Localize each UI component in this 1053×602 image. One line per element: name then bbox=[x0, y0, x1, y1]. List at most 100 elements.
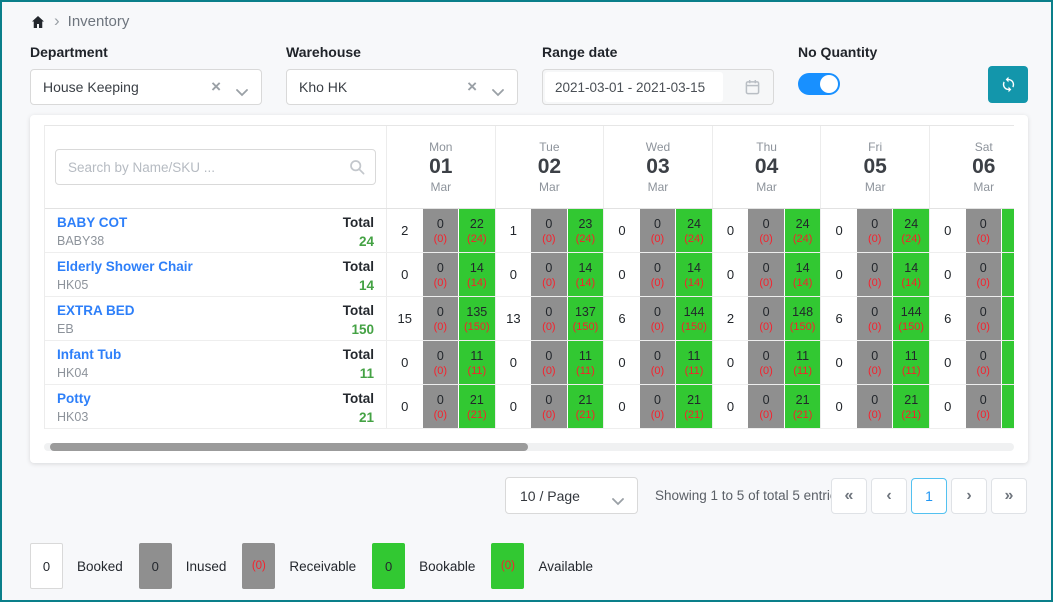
inused-value: 0 bbox=[871, 393, 878, 407]
page-1-button[interactable]: 1 bbox=[911, 478, 947, 514]
available-value: (11) bbox=[685, 365, 704, 377]
inused-receivable-cell: 0 (0) bbox=[640, 385, 677, 428]
product-name-link[interactable]: Elderly Shower Chair bbox=[57, 259, 193, 274]
available-value: (11) bbox=[467, 365, 486, 377]
legend: 0 Booked 0 Inused (0) Receivable 0 Booka… bbox=[30, 543, 593, 589]
legend-swatch-inused: 0 bbox=[139, 543, 172, 589]
bookable-value: 11 bbox=[905, 349, 918, 363]
product-cell: Infant Tub HK04 Total 11 bbox=[45, 341, 386, 384]
booked-value: 0 bbox=[930, 341, 966, 384]
inused-value: 0 bbox=[980, 393, 987, 407]
total-value: 24 bbox=[343, 234, 374, 249]
receivable-value: (0) bbox=[759, 365, 772, 377]
product-total: Total 21 bbox=[343, 391, 374, 422]
bookable-available-cell: 21 (21) bbox=[893, 385, 929, 428]
product-cell: Potty HK03 Total 21 bbox=[45, 385, 386, 428]
inused-value: 0 bbox=[437, 349, 444, 363]
total-label: Total bbox=[343, 215, 374, 230]
inused-receivable-cell: 0 (0) bbox=[531, 209, 568, 252]
inused-value: 0 bbox=[871, 349, 878, 363]
page-size-select[interactable]: 10 / Page bbox=[505, 477, 638, 514]
search-input[interactable] bbox=[55, 149, 376, 185]
inventory-day-cell: 0 0 (0) 24 (24) bbox=[603, 209, 712, 252]
calendar-icon[interactable] bbox=[745, 79, 760, 100]
bookable-value: 14 bbox=[687, 261, 701, 275]
product-name-link[interactable]: Potty bbox=[57, 391, 91, 406]
filter-range-date: Range date 2021-03-01 - 2021-03-15 bbox=[542, 44, 774, 105]
no-quantity-toggle[interactable] bbox=[798, 73, 840, 95]
horizontal-scrollbar-thumb[interactable] bbox=[50, 443, 528, 451]
horizontal-scrollbar[interactable] bbox=[44, 443, 1014, 451]
inused-receivable-cell: 0 (0) bbox=[857, 209, 894, 252]
booked-value: 0 bbox=[713, 253, 749, 296]
bookable-available-cell: 21 (21) bbox=[785, 385, 821, 428]
booked-value: 0 bbox=[496, 253, 532, 296]
day-cell-content: 1 0 (0) 23 (24) bbox=[496, 209, 604, 252]
department-select[interactable]: House Keeping × bbox=[30, 69, 262, 105]
inused-value: 0 bbox=[980, 305, 987, 319]
inused-value: 0 bbox=[763, 349, 770, 363]
last-page-button[interactable]: » bbox=[991, 478, 1027, 514]
available-value: (150) bbox=[681, 321, 707, 333]
product-name-link[interactable]: Infant Tub bbox=[57, 347, 121, 362]
day-cell-content: 0 0 (0) 11 (11) bbox=[604, 341, 712, 384]
bookable-value: 148 bbox=[792, 305, 813, 319]
receivable-value: (0) bbox=[977, 321, 990, 333]
date-range-picker[interactable]: 2021-03-01 - 2021-03-15 bbox=[542, 69, 774, 105]
day-cell-content: 0 0 (0) 14 (14) bbox=[713, 253, 821, 296]
booked-value: 0 bbox=[604, 253, 640, 296]
prev-page-button[interactable]: ‹ bbox=[871, 478, 907, 514]
legend-item-receivable: (0) Receivable bbox=[242, 543, 356, 589]
booked-value: 0 bbox=[604, 341, 640, 384]
refresh-button[interactable] bbox=[988, 66, 1028, 103]
warehouse-select[interactable]: Kho HK × bbox=[286, 69, 518, 105]
bookable-value: 14 bbox=[578, 261, 592, 275]
product-cell: Elderly Shower Chair HK05 Total 14 bbox=[45, 253, 386, 296]
warehouse-label: Warehouse bbox=[286, 44, 518, 60]
product-identity: EXTRA BED EB bbox=[57, 303, 135, 334]
clear-icon[interactable]: × bbox=[211, 76, 221, 98]
day-of-week: Sat bbox=[975, 140, 993, 154]
inventory-page: › Inventory Department House Keeping × W… bbox=[0, 0, 1053, 602]
inused-value: 0 bbox=[437, 393, 444, 407]
receivable-value: (0) bbox=[977, 277, 990, 289]
day-header-fri: Fri 05 Mar bbox=[820, 126, 929, 208]
product-total: Total 14 bbox=[343, 259, 374, 290]
legend-item-available: (0) Available bbox=[491, 543, 593, 589]
product-cell: BABY COT BABY38 Total 24 bbox=[45, 209, 386, 252]
inventory-day-cell: 6 0 (0) bbox=[929, 297, 1014, 340]
legend-swatch-booked: 0 bbox=[30, 543, 63, 589]
inused-value: 0 bbox=[871, 261, 878, 275]
booked-value: 0 bbox=[604, 385, 640, 428]
inused-value: 0 bbox=[437, 217, 444, 231]
receivable-value: (0) bbox=[542, 409, 555, 421]
bookable-value: 11 bbox=[579, 349, 592, 363]
bookable-available-cell: 14 (14) bbox=[785, 253, 821, 296]
receivable-value: (0) bbox=[759, 277, 772, 289]
day-cell-content: 0 0 (0) 21 (21) bbox=[387, 385, 495, 428]
inventory-day-cell: 6 0 (0) 144 (150) bbox=[820, 297, 929, 340]
first-page-button[interactable]: « bbox=[831, 478, 867, 514]
day-cell-content: 6 0 (0) 144 (150) bbox=[821, 297, 929, 340]
clear-icon[interactable]: × bbox=[467, 76, 477, 98]
bookable-available-cell: 21 (21) bbox=[568, 385, 604, 428]
day-of-week: Thu bbox=[756, 140, 777, 154]
toggle-knob bbox=[820, 75, 838, 93]
home-icon[interactable] bbox=[30, 14, 46, 30]
refresh-icon bbox=[1000, 76, 1017, 93]
day-number: 01 bbox=[429, 155, 452, 178]
next-page-button[interactable]: › bbox=[951, 478, 987, 514]
inventory-day-cell: 2 0 (0) 148 (150) bbox=[712, 297, 821, 340]
total-value: 150 bbox=[343, 322, 374, 337]
product-name-link[interactable]: BABY COT bbox=[57, 215, 127, 230]
date-range-value[interactable]: 2021-03-01 - 2021-03-15 bbox=[545, 72, 723, 102]
available-value: (14) bbox=[901, 277, 921, 289]
day-cell-content: 0 0 (0) 21 (21) bbox=[496, 385, 604, 428]
chevron-down-icon[interactable] bbox=[236, 84, 248, 100]
product-name-link[interactable]: EXTRA BED bbox=[57, 303, 135, 318]
product-sku: HK05 bbox=[57, 278, 193, 292]
day-header-content: Thu 04 Mar bbox=[713, 126, 821, 208]
total-value: 11 bbox=[343, 366, 374, 381]
chevron-down-icon[interactable] bbox=[492, 84, 504, 100]
bookable-available-cell: 11 (11) bbox=[568, 341, 604, 384]
